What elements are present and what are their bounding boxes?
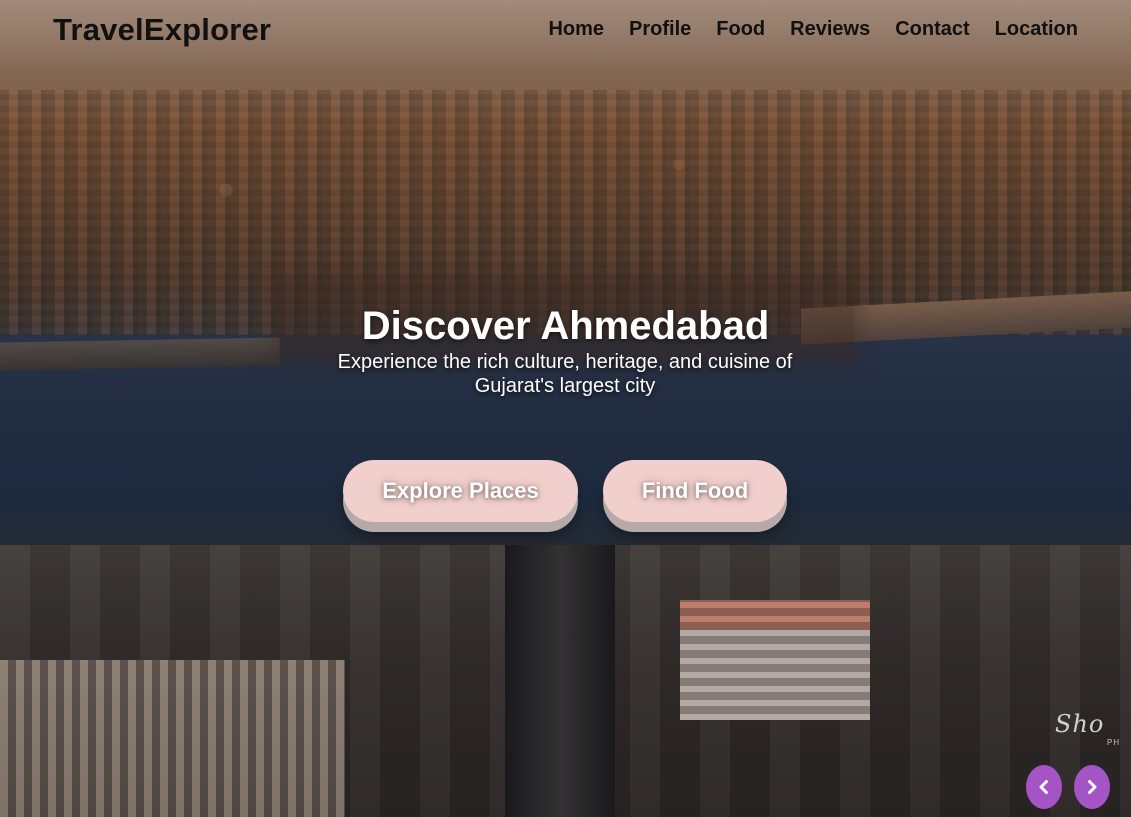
nav-link-profile[interactable]: Profile	[629, 18, 691, 41]
carousel-next-button[interactable]	[1074, 765, 1110, 809]
hero-background-image	[0, 0, 1131, 817]
nav-link-contact[interactable]: Contact	[895, 18, 969, 41]
nav-link-home[interactable]: Home	[548, 18, 604, 41]
hero-overlay	[0, 0, 1131, 817]
chevron-right-icon	[1088, 780, 1097, 794]
hero-subtitle: Experience the rich culture, heritage, a…	[337, 351, 793, 397]
hero-title: Discover Ahmedabad	[361, 304, 770, 348]
photographer-watermark: Sho PH	[1055, 710, 1121, 747]
carousel-prev-button[interactable]	[1026, 765, 1062, 809]
nav-links: Home Profile Food Reviews Contact Locati…	[548, 18, 1078, 41]
explore-places-button[interactable]: Explore Places	[343, 460, 578, 522]
nav-link-location[interactable]: Location	[995, 18, 1078, 41]
nav-link-food[interactable]: Food	[716, 18, 765, 41]
navbar: TravelExplorer Home Profile Food Reviews…	[0, 0, 1131, 62]
nav-link-reviews[interactable]: Reviews	[790, 18, 870, 41]
chevron-left-icon	[1039, 780, 1048, 794]
brand-logo[interactable]: TravelExplorer	[53, 12, 271, 48]
find-food-button[interactable]: Find Food	[603, 460, 787, 522]
